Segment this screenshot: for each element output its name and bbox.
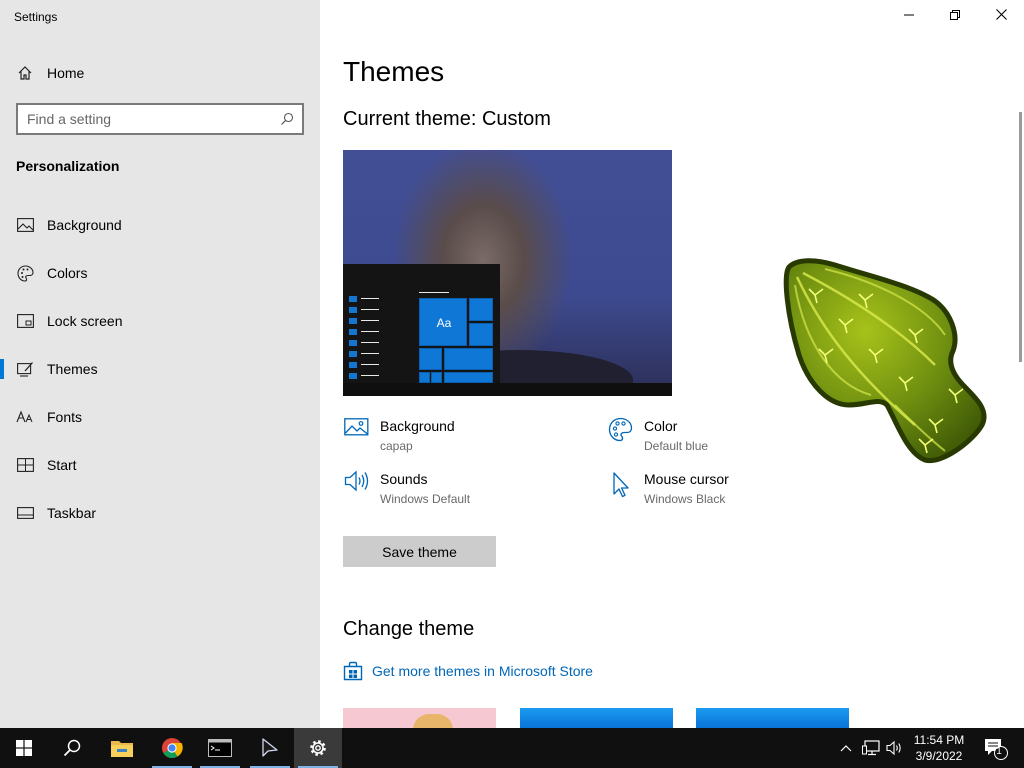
clock[interactable]: 11:54 PM 3/9/2022 — [906, 732, 972, 764]
change-theme-heading: Change theme — [343, 618, 475, 640]
home-icon — [16, 64, 34, 82]
mouse-cursor-value: Windows Black — [644, 492, 726, 506]
sidebar-item-background[interactable]: Background — [0, 205, 320, 245]
color-label: Color — [644, 418, 678, 434]
background-setting[interactable]: Background capap — [343, 417, 455, 455]
cactus-cursor-image — [783, 258, 987, 464]
minimize-icon — [904, 7, 914, 25]
sidebar-item-start[interactable]: Start — [0, 445, 320, 485]
color-setting[interactable]: Color Default blue — [607, 417, 708, 455]
settings-icon — [310, 740, 326, 756]
theme-preview: Aa — [343, 150, 672, 396]
taskbar: 11:54 PM 3/9/2022 1 — [0, 728, 1024, 768]
mouse-cursor-icon — [607, 470, 633, 498]
sidebar-item-label: Taskbar — [47, 505, 97, 521]
sounds-label: Sounds — [380, 471, 428, 487]
tile-label: Aa — [436, 316, 452, 330]
mouse-cursor-setting[interactable]: Mouse cursor Windows Black — [607, 470, 729, 508]
terminal-icon — [208, 739, 232, 757]
start-icon — [16, 456, 34, 474]
sidebar-item-label: Colors — [47, 265, 88, 281]
close-button[interactable] — [978, 0, 1024, 32]
search-input[interactable] — [18, 111, 272, 127]
current-theme-label: Current theme: Custom — [343, 108, 551, 130]
navigation-pane: Settings Home Personalization Background… — [0, 0, 320, 728]
fonts-icon — [16, 408, 34, 426]
home-label: Home — [47, 65, 85, 81]
scrollbar-thumb[interactable] — [1019, 112, 1022, 362]
sidebar-item-taskbar[interactable]: Taskbar — [0, 493, 320, 533]
file-explorer-icon — [111, 741, 133, 757]
themes-icon — [16, 360, 34, 378]
mouse-cursor-label: Mouse cursor — [644, 471, 729, 487]
clock-date: 3/9/2022 — [915, 749, 963, 763]
chrome-button[interactable] — [148, 728, 196, 768]
cursor-app-button[interactable] — [246, 728, 294, 768]
speaker-icon — [343, 470, 369, 496]
network-icon — [862, 740, 880, 756]
start-menu-preview: Aa — [343, 264, 500, 396]
sidebar-item-colors[interactable]: Colors — [0, 253, 320, 293]
sidebar-item-label: Themes — [47, 361, 98, 377]
theme-thumbnail[interactable] — [343, 708, 496, 728]
search-button[interactable] — [48, 728, 96, 768]
settings-button[interactable] — [294, 728, 342, 768]
sidebar-item-fonts[interactable]: Fonts — [0, 397, 320, 437]
close-icon — [995, 7, 1007, 25]
background-label: Background — [380, 418, 455, 434]
sidebar-item-label: Start — [47, 457, 77, 473]
terminal-button[interactable] — [196, 728, 244, 768]
color-value: Default blue — [644, 439, 709, 453]
store-link[interactable]: Get more themes in Microsoft Store — [343, 661, 593, 681]
home-nav-item[interactable]: Home — [0, 53, 320, 93]
search-box[interactable] — [16, 103, 304, 135]
sounds-setting[interactable]: Sounds Windows Default — [343, 470, 470, 508]
restore-button[interactable] — [932, 0, 978, 32]
windows-logo-icon — [16, 740, 32, 756]
action-center-button[interactable]: 1 — [978, 728, 1012, 768]
sidebar-item-label: Fonts — [47, 409, 83, 425]
cursor-app-icon — [262, 738, 278, 757]
minimize-button[interactable] — [886, 0, 932, 32]
chrome-icon — [162, 738, 183, 759]
section-heading: Personalization — [16, 158, 120, 174]
start-button[interactable] — [0, 728, 48, 768]
search-icon[interactable] — [272, 112, 302, 126]
sidebar-item-label: Lock screen — [47, 313, 123, 329]
search-icon — [63, 739, 81, 757]
restore-icon — [950, 7, 960, 25]
background-value: capap — [380, 439, 413, 453]
sounds-value: Windows Default — [380, 492, 471, 506]
chevron-up-icon — [840, 745, 852, 752]
theme-thumbnail[interactable] — [696, 708, 849, 728]
palette-icon — [16, 264, 34, 282]
save-theme-button[interactable]: Save theme — [343, 536, 496, 567]
background-icon — [16, 216, 34, 234]
store-icon — [343, 661, 363, 681]
file-explorer-button[interactable] — [98, 728, 146, 768]
palette-icon — [607, 417, 633, 443]
tile-group: Aa — [419, 298, 495, 384]
page-title: Themes — [343, 56, 445, 87]
sidebar-item-themes[interactable]: Themes — [0, 349, 320, 389]
sidebar-item-label: Background — [47, 217, 122, 233]
taskbar-preview — [343, 383, 672, 396]
notification-count: 1 — [996, 746, 1002, 757]
network-button[interactable] — [860, 728, 882, 768]
background-icon — [343, 417, 369, 443]
volume-button[interactable] — [884, 728, 906, 768]
volume-icon — [886, 740, 901, 756]
sidebar-item-lock-screen[interactable]: Lock screen — [0, 301, 320, 341]
taskbar-icon — [16, 504, 34, 522]
store-link-label: Get more themes in Microsoft Store — [372, 663, 593, 679]
window-title: Settings — [14, 10, 58, 24]
show-hidden-icons-button[interactable] — [836, 728, 856, 768]
lock-screen-icon — [16, 312, 34, 330]
theme-thumbnail[interactable] — [520, 708, 673, 728]
clock-time: 11:54 PM — [913, 733, 965, 747]
